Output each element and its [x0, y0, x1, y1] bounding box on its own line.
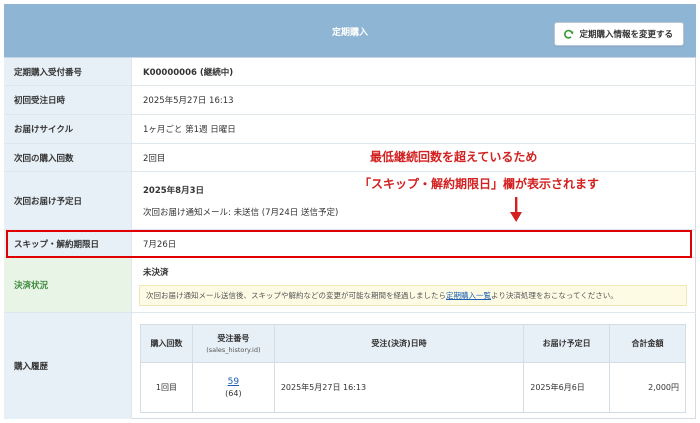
header-total: 合計金額	[609, 324, 686, 363]
header-order-no-label: 受注番号	[217, 334, 250, 343]
arrow-down-icon	[510, 197, 522, 222]
cell-count: 1回目	[140, 362, 193, 413]
table-row: 1回目 59 (64) 2025年5月27日 16:13 2025年6月6日 2…	[140, 362, 686, 413]
refresh-icon	[564, 29, 575, 39]
change-subscription-button[interactable]: 定期購入情報を変更する	[554, 22, 684, 46]
header-order-no: 受注番号 (sales_history.id)	[191, 324, 275, 363]
payment-notice-text-after: より決済処理をおこなってください。	[491, 291, 618, 300]
label-payment: 決済状況	[4, 258, 132, 312]
value-next-delivery: 2025年8月3日	[143, 185, 204, 196]
header-delivery-date: お届け予定日	[523, 324, 611, 363]
value-first-order-date: 2025年5月27日 16:13	[143, 96, 234, 106]
label-next-count: 次回の購入回数	[4, 144, 132, 171]
label-reception-no: 定期購入受付番号	[4, 58, 132, 85]
annotation-line-2: 「スキップ・解約期限日」欄が表示されます	[359, 177, 600, 191]
order-number-sub: (64)	[225, 389, 242, 398]
history-table: 購入回数 受注番号 (sales_history.id) 受注(決済)日時 お届…	[140, 324, 686, 413]
label-first-order-date: 初回受注日時	[4, 86, 132, 114]
annotation-line-1: 最低継続回数を超えているため	[370, 150, 538, 164]
value-reception-no: K00000006 (継続中)	[143, 67, 234, 78]
row-delivery-cycle: お届けサイクル 1ヶ月ごと 第1週 日曜日	[4, 115, 696, 144]
value-payment: 未決済	[143, 268, 169, 278]
value-delivery-cycle: 1ヶ月ごと 第1週 日曜日	[143, 125, 236, 135]
row-next-count: 次回の購入回数 2回目	[4, 144, 696, 172]
subscription-list-link[interactable]: 定期購入一覧	[446, 290, 491, 301]
cell-delivery-date: 2025年6月6日	[523, 362, 611, 413]
history-table-header-row: 購入回数 受注番号 (sales_history.id) 受注(決済)日時 お届…	[140, 324, 686, 363]
row-reception-no: 定期購入受付番号 K00000006 (継続中)	[4, 58, 696, 86]
header-order-date: 受注(決済)日時	[273, 324, 525, 363]
cell-total: 2,000円	[609, 362, 686, 413]
cell-order-date: 2025年5月27日 16:13	[273, 362, 525, 413]
panel-header: 定期購入 定期購入情報を変更する	[4, 4, 696, 58]
cell-order-no: 59 (64)	[191, 362, 275, 413]
row-first-order-date: 初回受注日時 2025年5月27日 16:13	[4, 86, 696, 115]
label-history: 購入履歴	[4, 313, 132, 419]
payment-notice: 次回お届け通知メール送信後、スキップや解約などの変更が可能な期間を経過しましたら…	[139, 285, 687, 306]
change-subscription-button-label: 定期購入情報を変更する	[579, 30, 673, 40]
header-order-no-sub: (sales_history.id)	[206, 346, 261, 354]
order-number-link[interactable]: 59	[228, 377, 239, 387]
value-next-delivery-mail-status: 次回お届け通知メール: 未送信 (7月24日 送信予定)	[143, 207, 339, 218]
skip-limit-highlight	[6, 230, 692, 258]
label-next-delivery: 次回お届け予定日	[4, 172, 132, 229]
label-delivery-cycle: お届けサイクル	[4, 115, 132, 143]
payment-notice-text-before: 次回お届け通知メール送信後、スキップや解約などの変更が可能な期間を経過しましたら	[146, 291, 446, 300]
header-count: 購入回数	[140, 324, 193, 363]
